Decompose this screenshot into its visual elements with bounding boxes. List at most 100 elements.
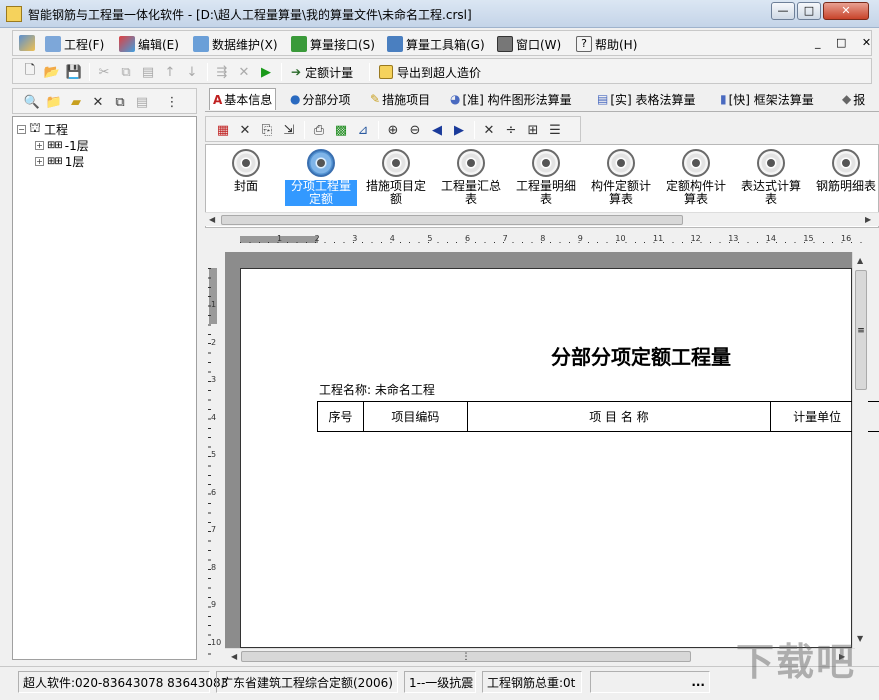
app-menu-icon[interactable] <box>19 35 35 51</box>
graphic-icon: ◕ <box>450 92 461 106</box>
collapse-icon[interactable]: − <box>17 124 26 134</box>
maximize-button[interactable]: □ <box>797 2 821 20</box>
menu-data-maintenance[interactable]: 数据维护(X) <box>193 35 278 53</box>
frame-icon: ▮ <box>720 92 727 106</box>
menu-project[interactable]: 工程(F) <box>45 35 104 53</box>
list-icon[interactable]: ☰ <box>546 121 564 139</box>
print-icon[interactable]: ⎙ <box>310 121 328 139</box>
calc-interface-icon <box>291 36 307 52</box>
page-setup-icon[interactable]: ⎘ <box>258 121 276 139</box>
menu-help[interactable]: ? 帮助(H) <box>576 35 637 53</box>
minimize-button[interactable]: — <box>771 2 795 20</box>
ruler-tick-label: 13 <box>728 234 739 243</box>
open-folder-icon[interactable]: 📂 <box>43 63 61 81</box>
project-icon <box>45 36 61 52</box>
menu-window[interactable]: 窗口(W) <box>497 35 561 53</box>
scroll-up-icon[interactable]: ▲ <box>857 256 863 265</box>
close-report-icon[interactable]: ✕ <box>236 121 254 139</box>
tab-report[interactable]: ◆ 报 <box>839 88 868 110</box>
tree-node-floor[interactable]: + ⊞⊞ 1层 <box>35 153 84 169</box>
status-more[interactable]: ... <box>590 671 710 693</box>
menu-bar: 工程(F) 编辑(E) 数据维护(X) 算量接口(S) 算量工具箱(G) 窗口(… <box>12 30 872 56</box>
report-item[interactable]: 定额构件计算表 <box>660 149 732 206</box>
project-node-icon: ⛫ <box>29 120 41 136</box>
report-item[interactable]: 构件定额计算表 <box>585 149 657 206</box>
design-icon[interactable]: ⊿ <box>354 121 372 139</box>
mdi-controls[interactable]: _ □ ✕ <box>815 36 877 49</box>
tree-node-floor[interactable]: + ⊞⊞ -1层 <box>35 137 89 153</box>
scroll-left-icon[interactable]: ◀ <box>209 215 215 224</box>
paste-node-icon[interactable]: ▤ <box>133 93 151 111</box>
tree-node-root[interactable]: − ⛫ 工程 <box>17 121 68 137</box>
tab-measures[interactable]: ✎ 措施项目 <box>367 88 433 110</box>
scroll-thumb[interactable]: ⋮ <box>241 651 691 662</box>
grid-icon[interactable]: ⊞ <box>524 121 542 139</box>
export-report-icon[interactable]: ⇲ <box>280 121 298 139</box>
report-item[interactable]: 工程量汇总表 <box>435 149 507 206</box>
report-item[interactable]: 工程量明细表 <box>510 149 582 206</box>
ruler-tick-label: 5 <box>427 234 433 243</box>
tab-sub-items[interactable]: ● 分部分项 <box>287 88 354 110</box>
next-page-icon[interactable]: ▶ <box>450 121 468 139</box>
report-settings-icon[interactable]: ▦ <box>214 121 232 139</box>
delete-row-icon[interactable]: ✕ <box>480 121 498 139</box>
report-list-scrollbar[interactable]: ◀ ▶ <box>205 212 879 226</box>
previous-page-icon[interactable]: ◀ <box>428 121 446 139</box>
copy-icon[interactable]: ⧉ <box>117 63 135 81</box>
delete-icon[interactable]: ✕ <box>235 63 253 81</box>
ruler-tick-label: 9 <box>211 600 217 609</box>
move-up-icon[interactable]: ↑ <box>161 63 179 81</box>
zoom-icon[interactable]: 🔍 <box>23 93 41 111</box>
new-file-icon[interactable]: 🗋 <box>21 63 39 81</box>
report-item[interactable]: 封面 <box>210 149 282 193</box>
preview-vertical-scrollbar[interactable]: ▲ ≡ ▼ <box>852 252 868 650</box>
report-item[interactable]: 分项工程量定额 <box>285 149 357 206</box>
ruler-tick-label: 11 <box>653 234 664 243</box>
zoom-out-icon[interactable]: ⊖ <box>406 121 424 139</box>
data-maintenance-icon <box>193 36 209 52</box>
tab-frame-calc[interactable]: ▮ [快] 框架法算量 <box>717 88 817 110</box>
scroll-down-icon[interactable]: ▼ <box>857 634 863 643</box>
excel-icon[interactable]: ▩ <box>332 121 350 139</box>
cut-icon[interactable]: ✂ <box>95 63 113 81</box>
expand-icon[interactable]: + <box>35 140 44 150</box>
eraser-icon[interactable]: ▰ <box>67 93 85 111</box>
tab-graphic-calc[interactable]: ◕ [准] 构件图形法算量 <box>447 88 575 110</box>
report-label: 分项工程量定额 <box>285 180 357 206</box>
scroll-thumb[interactable]: ≡ <box>855 270 867 390</box>
ruler-tick-label: 2 <box>211 337 217 347</box>
menu-toolbox[interactable]: 算量工具箱(G) <box>387 35 485 53</box>
expand-icon[interactable]: + <box>35 156 44 166</box>
report-disc-icon <box>757 149 785 177</box>
move-down-icon[interactable]: ↓ <box>183 63 201 81</box>
export-button[interactable]: 导出到超人造价 <box>375 62 485 82</box>
report-item[interactable]: 措施项目定额 <box>360 149 432 206</box>
insert-icon[interactable]: ⇶ <box>213 63 231 81</box>
delete-node-icon[interactable]: ✕ <box>89 93 107 111</box>
folder-icon[interactable]: 📁 <box>45 93 63 111</box>
divide-icon[interactable]: ÷ <box>502 121 520 139</box>
watermark-logo: 下载吧 <box>736 640 857 684</box>
scroll-right-icon[interactable]: ▶ <box>865 215 871 224</box>
zoom-in-icon[interactable]: ⊕ <box>384 121 402 139</box>
report-label: 构件定额计算表 <box>590 179 651 206</box>
tab-basic-info[interactable]: A 基本信息 <box>209 88 277 110</box>
ruler-tick-label: 7 <box>502 234 508 243</box>
note-icon: ✎ <box>370 92 381 106</box>
menu-calc-interface[interactable]: 算量接口(S) <box>291 35 375 53</box>
menu-edit[interactable]: 编辑(E) <box>119 35 179 53</box>
run-icon[interactable]: ▶ <box>257 63 275 81</box>
report-item[interactable]: 表达式计算表 <box>735 149 807 206</box>
paste-icon[interactable]: ▤ <box>139 63 157 81</box>
tab-table-calc[interactable]: ▤ [实] 表格法算量 <box>594 88 699 110</box>
report-item[interactable]: 钢筋明细表 <box>810 149 878 193</box>
save-icon[interactable]: 💾 <box>65 63 83 81</box>
quota-calc-button[interactable]: ➔ 定额计量 <box>287 62 357 82</box>
tree-structure-icon[interactable]: ⋮ <box>163 93 181 111</box>
scroll-left-icon[interactable]: ◀ <box>231 652 237 661</box>
horizontal-ruler: 1 2 3 4 5 6 7 8 9 10 11 12 13 14 15 16 <box>240 233 870 247</box>
close-button[interactable]: ✕ <box>823 2 869 20</box>
ruler-tick-label: 8 <box>540 234 546 243</box>
scroll-thumb[interactable] <box>221 215 683 225</box>
copy-node-icon[interactable]: ⧉ <box>111 93 129 111</box>
